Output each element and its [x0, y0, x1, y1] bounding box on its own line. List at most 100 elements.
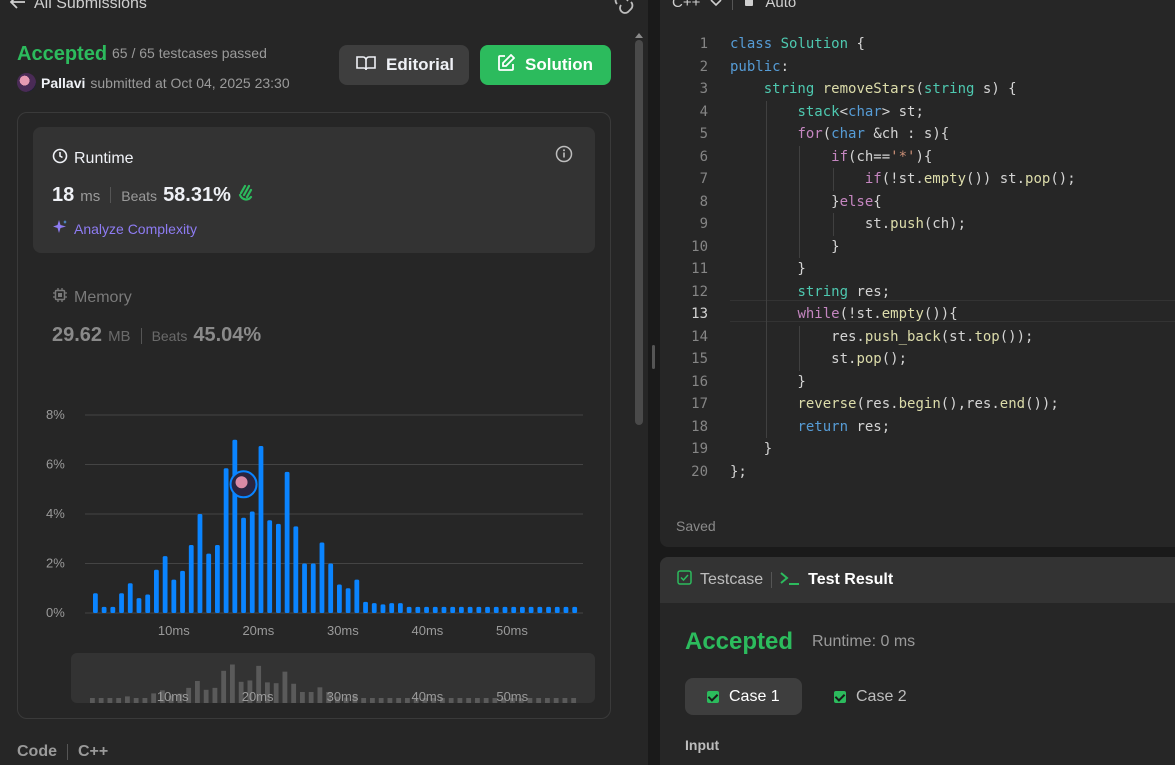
chart-bar[interactable] [284, 471, 290, 613]
case-2-tab[interactable]: Case 2 [812, 678, 929, 715]
divider [110, 187, 112, 203]
back-link[interactable]: All Submissions [9, 0, 147, 14]
tab-test-result[interactable]: Test Result [780, 570, 893, 591]
chart-bar[interactable] [223, 468, 229, 613]
chart-bar[interactable] [110, 606, 116, 613]
line-number: 7 [699, 171, 708, 187]
chart-bar[interactable] [249, 511, 255, 613]
chart-bar[interactable] [485, 606, 490, 613]
line-number: 17 [691, 396, 708, 412]
chart-bar[interactable] [328, 563, 334, 614]
chart-bar[interactable] [345, 588, 351, 613]
runtime-distribution-chart[interactable]: 0% 2% 4% 6% 8% 10ms 20ms 30ms 40ms 50ms [30, 395, 600, 645]
chart-bar[interactable] [119, 593, 124, 613]
chart-bar[interactable] [476, 606, 482, 613]
y-tick-label: 6% [46, 457, 65, 472]
chart-bar[interactable] [554, 606, 560, 613]
chart-bar[interactable] [371, 603, 377, 613]
case-1-tab[interactable]: Case 1 [685, 678, 802, 715]
scrollbar-thumb[interactable] [635, 40, 643, 425]
mini-chart-bar [545, 698, 550, 703]
chart-bar[interactable] [432, 606, 438, 613]
chart-bar[interactable] [415, 606, 421, 613]
chart-bar[interactable] [162, 556, 168, 613]
chart-bar[interactable] [127, 583, 133, 613]
chart-bar[interactable] [546, 606, 551, 613]
chart-bar[interactable] [101, 606, 107, 613]
chart-bar[interactable] [258, 445, 264, 613]
chart-bar[interactable] [398, 603, 403, 613]
code-text: res.push_back(st.top()); [730, 328, 1034, 345]
memory-label: Memory [74, 288, 132, 306]
tab-testcase[interactable]: Testcase [677, 570, 763, 590]
chart-bar[interactable] [467, 606, 473, 613]
chart-bar[interactable] [232, 439, 238, 613]
scroll-up-icon[interactable] [634, 26, 644, 38]
chevron-down-icon[interactable] [710, 0, 722, 11]
runtime-card[interactable]: Runtime 18 ms Beats 58.31% Analyze Compl… [33, 127, 595, 253]
memory-title[interactable]: Memory [52, 287, 132, 308]
chart-bar[interactable] [145, 594, 151, 613]
chart-bar[interactable] [188, 544, 194, 613]
chart-bar[interactable] [215, 544, 220, 613]
chart-bar[interactable] [528, 606, 534, 613]
mini-chart-bar [317, 687, 323, 703]
code-editor[interactable]: C++ Auto 1 class Solution {2 public: 3 stri… [660, 0, 1175, 547]
chart-bar[interactable] [337, 584, 342, 613]
chart-bar[interactable] [154, 569, 159, 613]
chart-bar[interactable] [563, 606, 569, 613]
mini-chart-bar [370, 698, 375, 703]
chart-bar[interactable] [493, 606, 499, 613]
mini-chart-bar [405, 698, 410, 703]
mini-chart-bar [203, 689, 209, 703]
line-number: 4 [699, 103, 708, 120]
chart-bar[interactable] [276, 523, 281, 613]
chart-bar[interactable] [197, 514, 203, 613]
chart-bar[interactable] [319, 542, 325, 613]
chart-bar[interactable] [520, 606, 525, 613]
chart-bar[interactable] [293, 526, 299, 613]
memory-beats-label: Beats [151, 328, 188, 344]
editorial-button[interactable]: Editorial [339, 45, 469, 85]
chart-range-selector[interactable]: 10ms 20ms 30ms 40ms 50ms [71, 653, 595, 704]
chart-bar[interactable] [354, 579, 360, 613]
chart-bar[interactable] [502, 606, 508, 613]
chart-bar[interactable] [206, 553, 212, 613]
chart-bar[interactable] [450, 606, 456, 613]
resize-handle[interactable] [652, 345, 655, 369]
chart-bar[interactable] [424, 606, 429, 613]
chart-bar[interactable] [302, 563, 307, 614]
runtime-unit: ms [80, 188, 101, 205]
chart-bar[interactable] [136, 598, 142, 613]
chart-bar[interactable] [363, 601, 368, 613]
language-select[interactable]: C++ [672, 0, 700, 11]
avatar[interactable] [17, 73, 36, 92]
chart-bar[interactable] [267, 520, 273, 613]
mode-label[interactable]: Auto [765, 0, 796, 11]
chart-bar[interactable] [511, 606, 517, 613]
chart-bar[interactable] [171, 579, 177, 613]
line-number: 6 [699, 148, 708, 165]
chart-bar[interactable] [389, 603, 395, 613]
y-tick-label: 2% [46, 556, 65, 571]
solution-button[interactable]: Solution [480, 45, 611, 85]
chart-bar[interactable] [537, 606, 543, 613]
chart-bar[interactable] [572, 606, 578, 613]
chart-bar[interactable] [241, 517, 246, 613]
panel-gutter [652, 0, 654, 765]
chart-bar[interactable] [93, 593, 98, 613]
chart-bar[interactable] [180, 570, 185, 613]
mini-chart-bar [195, 681, 200, 703]
submitter-name[interactable]: Pallavi [41, 75, 85, 91]
chart-bar[interactable] [441, 606, 447, 613]
link-icon[interactable] [612, 0, 636, 14]
mini-x-tick-label: 10ms [157, 689, 189, 703]
info-icon[interactable] [555, 145, 573, 163]
user-avatar-marker[interactable] [229, 470, 258, 499]
analyze-complexity-link[interactable]: Analyze Complexity [52, 219, 197, 238]
chart-bar[interactable] [380, 604, 386, 613]
chart-bar[interactable] [459, 606, 464, 613]
chart-bar[interactable] [310, 563, 316, 614]
chart-bar[interactable] [406, 606, 412, 613]
mini-chart-bar [300, 692, 305, 703]
